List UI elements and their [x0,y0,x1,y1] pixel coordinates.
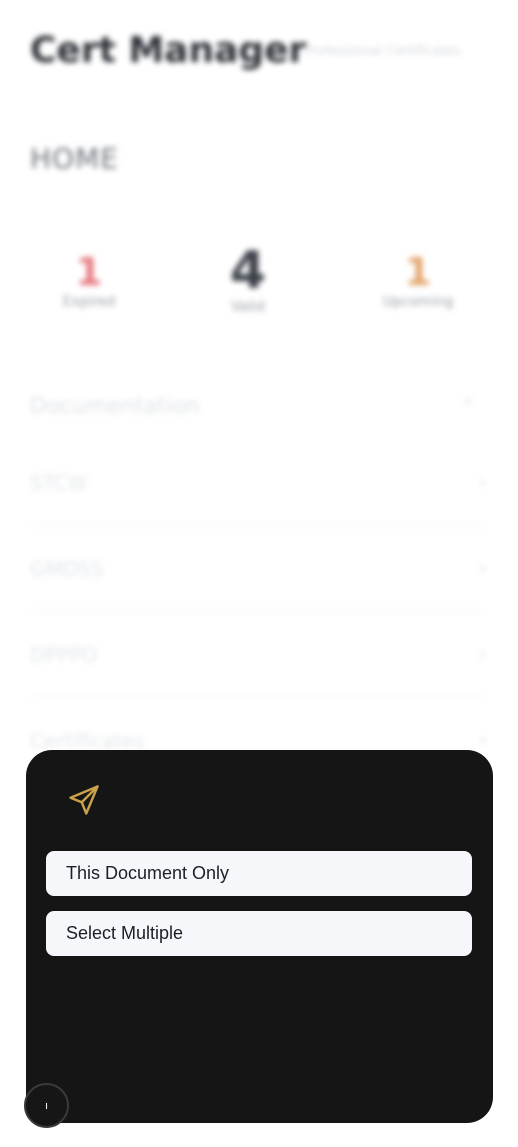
app-title: Cert Manager [30,30,307,71]
stat-valid-label: Valid [231,299,265,315]
list-item-label: Certificates [30,728,145,753]
documentation-label: Documentation [30,394,200,419]
chevron-right-icon: › [478,558,486,579]
stat-upcoming-value: 1 [404,250,432,294]
stat-upcoming-label: Upcoming [382,294,454,310]
chevron-right-icon: › [478,730,486,751]
fab-label: ı [44,1099,49,1112]
stat-expired-label: Expired [62,294,116,310]
stat-expired[interactable]: 1 Expired [29,250,149,310]
share-options-sheet: This Document Only Select Multiple [26,750,493,1123]
list-item-label: GMDSS [30,556,104,581]
send-icon [69,785,99,815]
list-item-dpppo[interactable]: DPPPO › [30,612,486,698]
this-document-only-button[interactable]: This Document Only [46,851,472,896]
chevron-right-icon: › [478,644,486,665]
stat-valid-value: 4 [229,241,267,301]
section-title: HOME [30,142,119,175]
app-subtitle: Professional Certificates [304,44,461,59]
stat-upcoming[interactable]: 1 Upcoming [358,250,478,310]
floating-action-button[interactable]: ı [24,1083,69,1128]
stat-expired-value: 1 [75,250,103,294]
chevron-right-icon: › [478,472,486,493]
list-item-label: STCW [30,470,88,495]
stat-valid[interactable]: 4 Valid [188,243,308,315]
chevron-up-icon: ⌃ [460,396,476,417]
select-multiple-button[interactable]: Select Multiple [46,911,472,956]
list-item-gmdss[interactable]: GMDSS › [30,526,486,612]
list-item-stcw[interactable]: STCW › [30,440,486,526]
list-item-label: DPPPO [30,642,98,667]
documentation-header[interactable]: Documentation ⌃ [30,394,476,419]
